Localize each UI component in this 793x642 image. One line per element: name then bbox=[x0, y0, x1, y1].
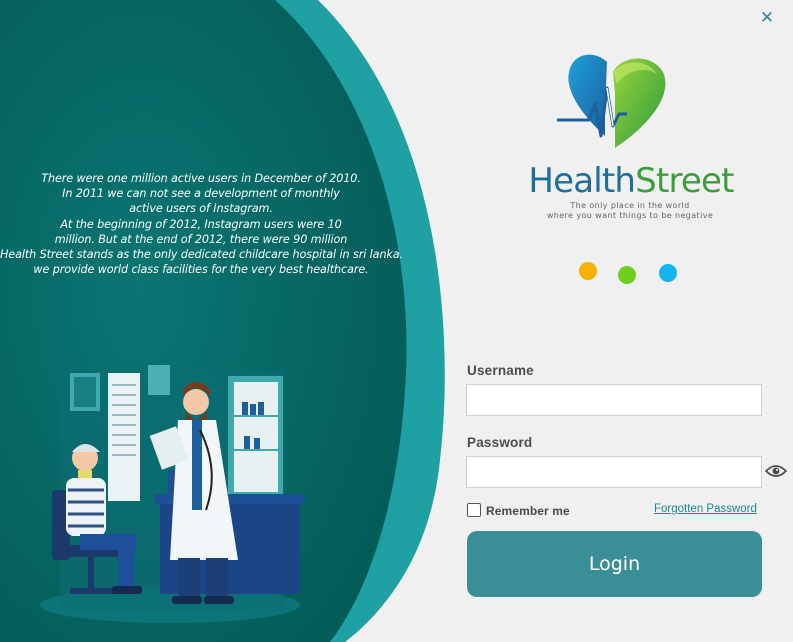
username-input[interactable] bbox=[466, 384, 762, 416]
tagline-line: where you want things to be negative bbox=[546, 211, 714, 220]
intro-line: Health Street stands as the only dedicat… bbox=[0, 248, 404, 262]
intro-line: we provide world class facilities for th… bbox=[33, 263, 369, 277]
tagline-line: The only place in the world bbox=[570, 201, 690, 210]
brand-tagline: The only place in the world where you wa… bbox=[520, 201, 740, 221]
username-label: Username bbox=[467, 363, 534, 378]
login-button[interactable]: Login bbox=[467, 531, 762, 597]
brand-name: HealthStreet bbox=[513, 160, 749, 202]
left-info-panel: There were one million active users in D… bbox=[0, 0, 450, 642]
password-input[interactable] bbox=[466, 456, 762, 488]
brand-name-street: Street bbox=[635, 161, 734, 201]
intro-line: There were one million active users in D… bbox=[41, 172, 361, 185]
remember-me-label[interactable]: Remember me bbox=[486, 504, 570, 518]
intro-line: million. But at the end of 2012, there w… bbox=[54, 232, 348, 246]
intro-line: active users of Instagram. bbox=[129, 202, 273, 216]
intro-line: At the beginning of 2012, Instagram user… bbox=[60, 217, 342, 231]
doctor-patient-illustration bbox=[40, 365, 305, 623]
forgotten-password-link[interactable]: Forgotten Password bbox=[654, 503, 757, 515]
decorative-dot-yellow bbox=[579, 262, 597, 280]
password-label: Password bbox=[467, 435, 533, 450]
decorative-dot-blue bbox=[659, 264, 677, 282]
close-icon[interactable]: ✕ bbox=[757, 8, 777, 28]
decorative-dot-green bbox=[618, 266, 636, 284]
brand-name-health: Health bbox=[528, 161, 636, 201]
intro-line: In 2011 we can not see a development of … bbox=[62, 187, 340, 201]
intro-text: There were one million active users in D… bbox=[0, 171, 404, 277]
remember-me-checkbox[interactable] bbox=[467, 503, 481, 517]
panel-background bbox=[0, 0, 445, 642]
eye-icon[interactable] bbox=[765, 463, 787, 479]
heart-heartbeat-logo bbox=[557, 54, 666, 148]
